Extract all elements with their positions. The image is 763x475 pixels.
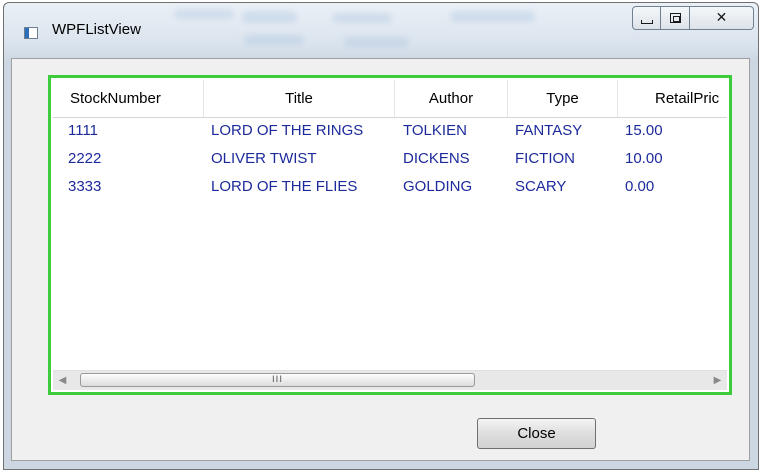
table-row[interactable]: 3333 LORD OF THE FLIES GOLDING SCARY 0.0… <box>53 174 727 202</box>
scrollbar-thumb[interactable]: III <box>80 373 475 387</box>
cell-type: SCARY <box>515 178 567 195</box>
stock-listview[interactable]: StockNumber Title Author Type RetailPric… <box>53 80 727 390</box>
cell-stocknumber: 2222 <box>68 150 102 167</box>
close-button[interactable]: Close <box>477 418 596 449</box>
cell-author: TOLKIEN <box>403 122 467 139</box>
cell-retailprice: 10.00 <box>625 150 663 167</box>
column-header-type[interactable]: Type <box>508 80 618 117</box>
cell-retailprice: 0.00 <box>625 178 655 195</box>
minimize-button[interactable] <box>632 6 661 30</box>
column-header-stocknumber[interactable]: StockNumber <box>53 80 204 117</box>
scroll-right-arrow-icon[interactable]: ▶ <box>708 371 727 390</box>
cell-author: DICKENS <box>403 150 470 167</box>
cell-title: LORD OF THE FLIES <box>211 178 358 195</box>
minimize-icon <box>640 20 653 24</box>
cell-title: OLIVER TWIST <box>211 150 317 167</box>
maximize-button[interactable] <box>661 6 690 30</box>
listview-header: StockNumber Title Author Type RetailPric <box>53 80 727 118</box>
scrollbar-grip: III <box>272 374 283 385</box>
scroll-left-arrow-icon[interactable]: ◀ <box>53 371 72 390</box>
cell-author: GOLDING <box>403 178 473 195</box>
listview-focus-border: StockNumber Title Author Type RetailPric… <box>48 75 732 395</box>
table-row[interactable]: 2222 OLIVER TWIST DICKENS FICTION 10.00 <box>53 146 727 174</box>
listview-rows: 1111 LORD OF THE RINGS TOLKIEN FANTASY 1… <box>53 118 727 202</box>
cell-title: LORD OF THE RINGS <box>211 122 364 139</box>
cell-stocknumber: 3333 <box>68 178 102 195</box>
title-bar[interactable]: WPFListView ✕ <box>4 3 758 57</box>
window-close-button[interactable]: ✕ <box>690 6 754 30</box>
window-title: WPFListView <box>52 21 141 38</box>
column-header-title[interactable]: Title <box>204 80 395 117</box>
caption-buttons: ✕ <box>632 6 754 41</box>
cell-type: FANTASY <box>515 122 583 139</box>
cell-stocknumber: 1111 <box>68 122 99 139</box>
cell-type: FICTION <box>515 150 575 167</box>
column-header-retailprice[interactable]: RetailPric <box>618 80 727 117</box>
close-icon: ✕ <box>715 10 728 26</box>
maximize-icon <box>669 13 681 23</box>
horizontal-scrollbar[interactable]: ◀ III ▶ <box>53 370 727 390</box>
app-window-icon <box>24 27 38 39</box>
column-header-author[interactable]: Author <box>395 80 508 117</box>
table-row[interactable]: 1111 LORD OF THE RINGS TOLKIEN FANTASY 1… <box>53 118 727 146</box>
cell-retailprice: 15.00 <box>625 122 663 139</box>
